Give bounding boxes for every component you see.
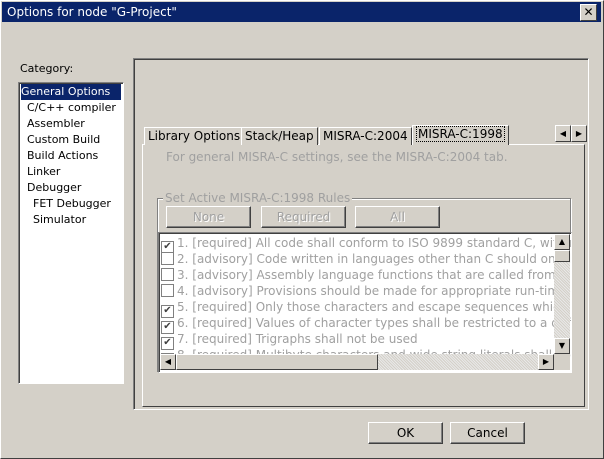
rule-item[interactable]: ✔ 1. [required] All code shall conform to… (161, 235, 572, 254)
checkbox-unchecked-icon[interactable] (161, 252, 174, 265)
scroll-right-button[interactable]: ▶ (538, 354, 554, 370)
close-icon: ✕ (583, 5, 594, 19)
tab-label: MISRA-C:1998 (416, 126, 505, 142)
category-item-fet-debugger[interactable]: FET Debugger (33, 196, 111, 212)
rule-item[interactable]: 3. [advisory] Assembly language function… (161, 267, 572, 283)
vertical-scroll-thumb[interactable] (554, 250, 570, 262)
rule-text: 7. [required] Trigraphs shall not be use… (177, 332, 418, 346)
category-label: Category: (20, 62, 74, 75)
tab-stack-heap[interactable]: Stack/Heap (241, 127, 318, 145)
category-item-c-compiler[interactable]: C/C++ compiler (27, 100, 116, 116)
category-item-assembler[interactable]: Assembler (27, 116, 85, 132)
tab-library-options[interactable]: Library Options (144, 127, 245, 145)
vertical-scrollbar[interactable]: ▲ ▼ (554, 234, 570, 354)
checkbox-unchecked-icon[interactable] (161, 284, 174, 297)
window-title: Options for node "G-Project" (7, 5, 177, 19)
title-bar[interactable]: Options for node "G-Project" ✕ (2, 2, 601, 22)
category-item-custom-build[interactable]: Custom Build (27, 132, 100, 148)
rule-text: 3. [advisory] Assembly language function… (177, 268, 572, 282)
rule-text: 6. [required] Values of character types … (177, 316, 572, 330)
all-button[interactable]: All (355, 206, 440, 228)
tab-label: MISRA-C:2004 (323, 129, 408, 143)
arrow-down-icon: ▼ (558, 341, 566, 350)
scroll-left-button[interactable]: ◀ (160, 354, 176, 370)
none-button[interactable]: None (166, 206, 251, 228)
tab-label: Stack/Heap (245, 129, 314, 143)
rule-text: 4. [advisory] Provisions should be made … (177, 284, 572, 298)
tab-label: Library Options (148, 129, 241, 143)
category-list[interactable]: General Options C/C++ compiler Assembler… (18, 82, 124, 384)
rule-text: 2. [advisory] Code written in languages … (177, 252, 572, 266)
category-item-build-actions[interactable]: Build Actions (27, 148, 98, 164)
rule-item[interactable]: 4. [advisory] Provisions should be made … (161, 283, 572, 299)
chevron-right-icon: ▶ (575, 129, 583, 138)
arrow-right-icon: ▶ (542, 357, 550, 366)
rule-text: 5. [required] Only those characters and … (177, 300, 568, 314)
category-item-linker[interactable]: Linker (27, 164, 60, 180)
tab-scroll-right-button[interactable]: ▶ (571, 125, 587, 142)
rule-item[interactable]: ✔ 7. [required] Trigraphs shall not be us… (161, 331, 418, 350)
chevron-left-icon: ◀ (559, 129, 567, 138)
scroll-up-button[interactable]: ▲ (554, 234, 570, 250)
tab-misra-c-1998[interactable]: MISRA-C:1998 (412, 125, 509, 145)
arrow-up-icon: ▲ (558, 237, 566, 246)
arrow-left-icon: ◀ (164, 357, 172, 366)
checkbox-unchecked-icon[interactable] (161, 268, 174, 281)
category-item-simulator[interactable]: Simulator (33, 212, 86, 228)
close-button[interactable]: ✕ (580, 4, 597, 21)
tab-scroll-left-button[interactable]: ◀ (555, 125, 571, 142)
horizontal-scrollbar[interactable]: ◀ ▶ (160, 354, 554, 370)
category-item-debugger[interactable]: Debugger (27, 180, 81, 196)
horizontal-scroll-thumb[interactable] (176, 354, 378, 370)
rule-item[interactable]: 2. [advisory] Code written in languages … (161, 251, 572, 267)
scroll-down-button[interactable]: ▼ (554, 338, 570, 354)
rule-text: 1. [required] All code shall conform to … (177, 236, 572, 250)
tab-misra-c-2004[interactable]: MISRA-C:2004 (319, 127, 412, 145)
category-item-general-options[interactable]: General Options (21, 84, 121, 100)
rules-list[interactable]: ✔ 1. [required] All code shall conform to… (158, 232, 572, 373)
rule-item[interactable]: ✔ 5. [required] Only those characters and… (161, 299, 568, 318)
rule-item[interactable]: ✔ 6. [required] Values of character types… (161, 315, 572, 334)
ok-button[interactable]: OK (368, 422, 443, 444)
rules-group-label: Set Active MISRA-C:1998 Rules (163, 191, 353, 205)
misra-note: For general MISRA-C settings, see the MI… (166, 150, 508, 164)
required-button[interactable]: Required (261, 206, 346, 228)
scrollbar-corner (554, 354, 570, 370)
cancel-button[interactable]: Cancel (450, 422, 525, 444)
